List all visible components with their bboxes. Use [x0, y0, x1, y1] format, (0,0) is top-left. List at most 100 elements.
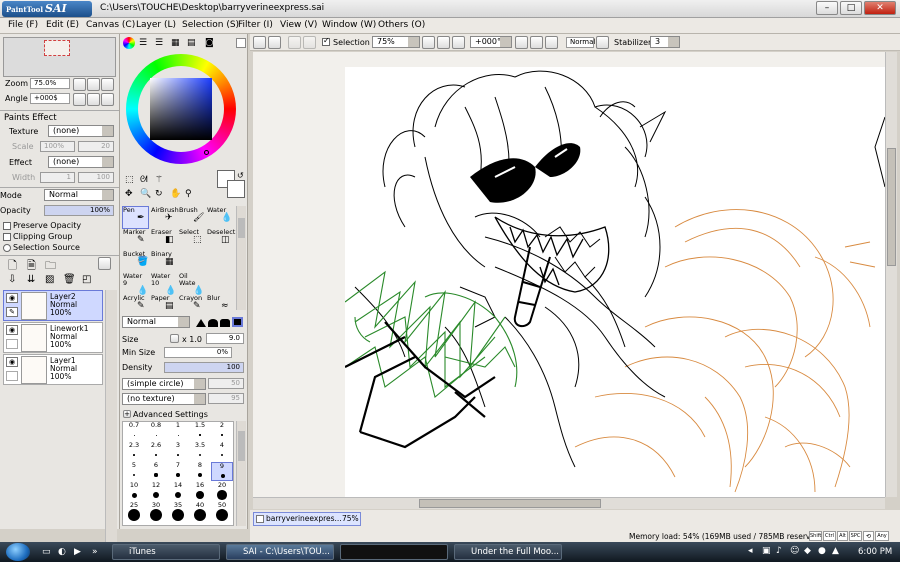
- brush-tool-blur[interactable]: Blur ≈: [206, 294, 233, 317]
- size-multiplier-button[interactable]: [170, 334, 179, 343]
- brush-tool-pen[interactable]: Pen ✒: [122, 206, 149, 229]
- layer-list-scrollbar[interactable]: [105, 290, 117, 560]
- brush-size-3.5[interactable]: 3.5: [189, 442, 211, 461]
- brush-tool-empty[interactable]: [206, 272, 233, 295]
- brush-size-6[interactable]: 6: [145, 462, 167, 481]
- canvas-horizontal-scrollbar[interactable]: [253, 497, 885, 509]
- menu-layer[interactable]: Layer (L): [136, 20, 176, 30]
- rgb-slider-tab-icon[interactable]: ☰: [139, 38, 147, 48]
- rotate-reset-button[interactable]: [101, 93, 114, 106]
- brush-size-0.8[interactable]: 0.8: [145, 422, 167, 441]
- clipping-group-checkbox[interactable]: [3, 233, 11, 241]
- brush-size-3[interactable]: 3: [167, 442, 189, 461]
- browser-quicklaunch-icon[interactable]: ◐: [58, 547, 66, 557]
- saturation-value-square[interactable]: [150, 78, 212, 140]
- scroll-thumb[interactable]: [238, 431, 245, 461]
- key-alt[interactable]: Alt: [837, 531, 848, 541]
- clear-layer-icon[interactable]: ▨: [45, 274, 54, 285]
- key-space[interactable]: SPC: [849, 531, 862, 541]
- brush-grid-scrollbar[interactable]: [236, 206, 246, 310]
- delete-layer-icon[interactable]: 🗑: [63, 274, 76, 285]
- brush-texture-amount[interactable]: 95: [208, 393, 244, 404]
- brush-tool-empty[interactable]: [178, 250, 205, 273]
- rotation-select[interactable]: +000°: [470, 36, 512, 48]
- tray-volume-icon[interactable]: ♪: [776, 546, 782, 556]
- clock[interactable]: 6:00 PM: [858, 547, 892, 557]
- visibility-eye-icon[interactable]: ◉: [6, 357, 18, 367]
- transfer-down-icon[interactable]: ⇩: [8, 274, 16, 285]
- scale-field[interactable]: 100%: [40, 141, 75, 152]
- brush-size-8[interactable]: 8: [189, 462, 211, 481]
- lock-box-icon[interactable]: [6, 339, 18, 349]
- toolbar-zoom-reset[interactable]: [452, 36, 465, 49]
- brush-tool-marker[interactable]: Marker ✎: [122, 228, 149, 251]
- tray-app-icon[interactable]: ●: [818, 546, 826, 556]
- brush-size-20[interactable]: 20: [211, 482, 233, 501]
- toolbar-zoom-out[interactable]: [422, 36, 435, 49]
- brush-tool-select[interactable]: Select ⬚: [178, 228, 205, 251]
- brush-size-1[interactable]: 1: [167, 422, 189, 441]
- visibility-eye-icon[interactable]: ◉: [6, 293, 18, 303]
- scroll-thumb[interactable]: [887, 148, 896, 266]
- brush-tool-deselect[interactable]: Deselect ◫: [206, 228, 235, 251]
- eyedropper-icon[interactable]: ⚲: [185, 189, 192, 199]
- blend-mode-select[interactable]: Normal: [122, 316, 190, 328]
- tray-app-icon[interactable]: ◆: [804, 546, 811, 556]
- swap-colors-icon[interactable]: ↺: [237, 171, 244, 180]
- brush-tool-water[interactable]: Water 💧: [206, 206, 233, 229]
- min-size-field[interactable]: 0%: [164, 347, 232, 358]
- brush-tool-brush[interactable]: Brush 🖌: [178, 206, 205, 229]
- tray-network-icon[interactable]: ▣: [762, 546, 771, 556]
- layer-item-layer2[interactable]: ◉ ✎ Layer2 Normal 100%: [3, 290, 103, 321]
- tray-messenger-icon[interactable]: ☺: [790, 546, 799, 556]
- hue-cursor[interactable]: [204, 150, 209, 155]
- close-button[interactable]: ✕: [864, 1, 896, 15]
- toolbar-rotate-left[interactable]: [515, 36, 528, 49]
- brush-size-9[interactable]: 9: [211, 462, 233, 481]
- brush-size-12[interactable]: 12: [145, 482, 167, 501]
- preserve-opacity-checkbox[interactable]: [3, 222, 11, 230]
- brush-size-0.7[interactable]: 0.7: [123, 422, 145, 441]
- hue-ring[interactable]: [126, 54, 236, 164]
- drawing-canvas[interactable]: [344, 67, 886, 497]
- color-wheel-tab-icon[interactable]: [123, 37, 135, 49]
- scale-amount-field[interactable]: 20: [78, 141, 114, 152]
- media-quicklaunch-icon[interactable]: ▶: [74, 547, 81, 557]
- scratchpad-tab-icon[interactable]: ▤: [187, 38, 196, 48]
- brush-size-25[interactable]: 25: [123, 502, 145, 521]
- brush-texture-select[interactable]: (no texture): [122, 393, 206, 405]
- deselect-button[interactable]: [288, 36, 301, 49]
- brush-tool-binary[interactable]: Binary ▦: [150, 250, 177, 273]
- rotate-right-button[interactable]: [87, 93, 100, 106]
- brush-size-50[interactable]: 50: [211, 502, 233, 521]
- lock-box-icon[interactable]: [6, 371, 18, 381]
- color-mixer-tab-icon[interactable]: ◙: [205, 38, 214, 48]
- zoom-select[interactable]: 75%: [372, 36, 420, 48]
- key-ctrl[interactable]: Ctrl: [823, 531, 836, 541]
- zoom-out-button[interactable]: [73, 78, 86, 91]
- tray-arrow-icon[interactable]: ◂: [748, 546, 753, 556]
- merge-down-icon[interactable]: ⇊: [27, 274, 35, 285]
- toolbar-zoom-in[interactable]: [437, 36, 450, 49]
- tray-app-icon[interactable]: ▲: [832, 546, 839, 556]
- canvas-vertical-scrollbar[interactable]: [885, 52, 897, 497]
- toolbar-rotate-reset[interactable]: [545, 36, 558, 49]
- menu-window[interactable]: Window (W): [322, 20, 376, 30]
- brush-size-7[interactable]: 7: [167, 462, 189, 481]
- brush-tool-empty[interactable]: [206, 250, 233, 273]
- selection-checkbox[interactable]: ✓: [322, 36, 330, 46]
- redo-button[interactable]: [268, 36, 281, 49]
- nav-angle-field[interactable]: +000$: [30, 93, 70, 104]
- navigator-preview[interactable]: [3, 37, 116, 77]
- advanced-settings-toggle[interactable]: +: [123, 410, 131, 418]
- brush-size-14[interactable]: 14: [167, 482, 189, 501]
- selection-source-radio[interactable]: [3, 244, 11, 252]
- layer-item-linework1[interactable]: ◉ Linework1 Normal 100%: [3, 322, 103, 353]
- layer-item-layer1[interactable]: ◉ Layer1 Normal 100%: [3, 354, 103, 385]
- brush-size-16[interactable]: 16: [189, 482, 211, 501]
- visibility-eye-icon[interactable]: ◉: [6, 325, 18, 335]
- layer-opacity-field[interactable]: 100%: [44, 205, 114, 216]
- brush-size-2[interactable]: 2: [211, 422, 233, 441]
- layer-option-button[interactable]: [98, 257, 111, 270]
- menu-filter[interactable]: Filter (I): [238, 20, 273, 30]
